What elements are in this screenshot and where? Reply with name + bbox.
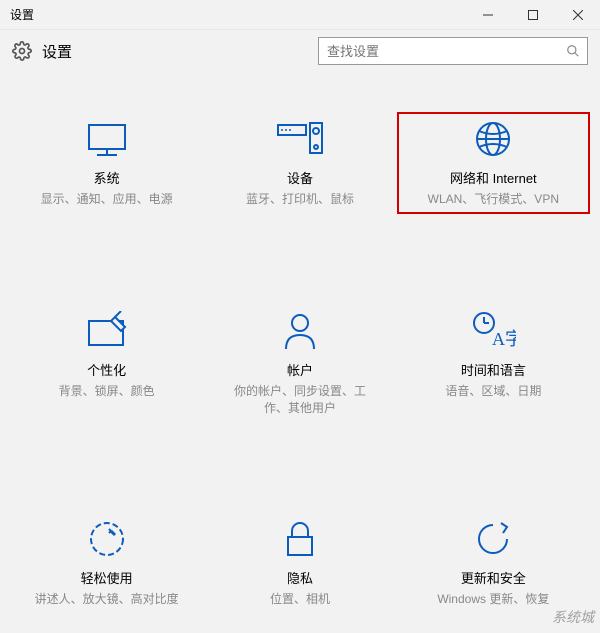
settings-grid: 系统 显示、通知、应用、电源 设备 蓝牙、打印机、鼠标: [0, 72, 600, 624]
update-icon: [473, 518, 513, 560]
tile-desc: 讲述人、放大镜、高对比度: [35, 591, 179, 608]
ease-icon: [87, 518, 127, 560]
tile-devices[interactable]: 设备 蓝牙、打印机、鼠标: [203, 112, 396, 214]
header: 设置: [0, 30, 600, 72]
tile-title: 系统: [94, 168, 120, 187]
tile-ease-of-access[interactable]: 轻松使用 讲述人、放大镜、高对比度: [10, 512, 203, 614]
search-wrap: [318, 37, 588, 65]
svg-text:A字: A字: [492, 329, 516, 349]
tile-system[interactable]: 系统 显示、通知、应用、电源: [10, 112, 203, 214]
maximize-button[interactable]: [510, 0, 555, 30]
search-input[interactable]: [318, 37, 588, 65]
tile-update-security[interactable]: 更新和安全 Windows 更新、恢复: [397, 512, 590, 614]
tile-desc: 位置、相机: [270, 591, 330, 608]
tile-title: 时间和语言: [461, 360, 526, 379]
globe-icon: [473, 118, 513, 160]
tile-desc: 蓝牙、打印机、鼠标: [246, 191, 354, 208]
titlebar: 设置: [0, 0, 600, 30]
tile-desc: 语音、区域、日期: [445, 383, 541, 400]
tile-title: 更新和安全: [461, 568, 526, 587]
tile-time-language[interactable]: A字 时间和语言 语音、区域、日期: [397, 304, 590, 423]
close-button[interactable]: [555, 0, 600, 30]
tile-desc: WLAN、飞行模式、VPN: [428, 191, 559, 208]
tile-personalization[interactable]: 个性化 背景、锁屏、颜色: [10, 304, 203, 423]
window-title: 设置: [0, 6, 465, 23]
tile-title: 设备: [287, 168, 313, 187]
minimize-button[interactable]: [465, 0, 510, 30]
tile-network[interactable]: 网络和 Internet WLAN、飞行模式、VPN: [397, 112, 590, 214]
tile-desc: Windows 更新、恢复: [437, 591, 549, 608]
tile-desc: 你的帐户、同步设置、工作、其他用户: [225, 383, 375, 417]
tile-accounts[interactable]: 帐户 你的帐户、同步设置、工作、其他用户: [203, 304, 396, 423]
tile-title: 轻松使用: [81, 568, 133, 587]
gear-icon: [12, 41, 32, 61]
app-title: 设置: [42, 41, 308, 62]
time-language-icon: A字: [470, 310, 516, 352]
tile-title: 隐私: [287, 568, 313, 587]
personalize-icon: [85, 310, 129, 352]
search-icon: [566, 44, 580, 58]
tile-title: 个性化: [87, 360, 126, 379]
tile-title: 网络和 Internet: [450, 168, 537, 187]
tile-desc: 背景、锁屏、颜色: [59, 383, 155, 400]
devices-icon: [276, 118, 324, 160]
person-icon: [280, 310, 320, 352]
window-controls: [465, 0, 600, 30]
display-icon: [85, 118, 129, 160]
lock-icon: [282, 518, 318, 560]
tile-title: 帐户: [287, 360, 313, 379]
tile-privacy[interactable]: 隐私 位置、相机: [203, 512, 396, 614]
tile-desc: 显示、通知、应用、电源: [41, 191, 173, 208]
